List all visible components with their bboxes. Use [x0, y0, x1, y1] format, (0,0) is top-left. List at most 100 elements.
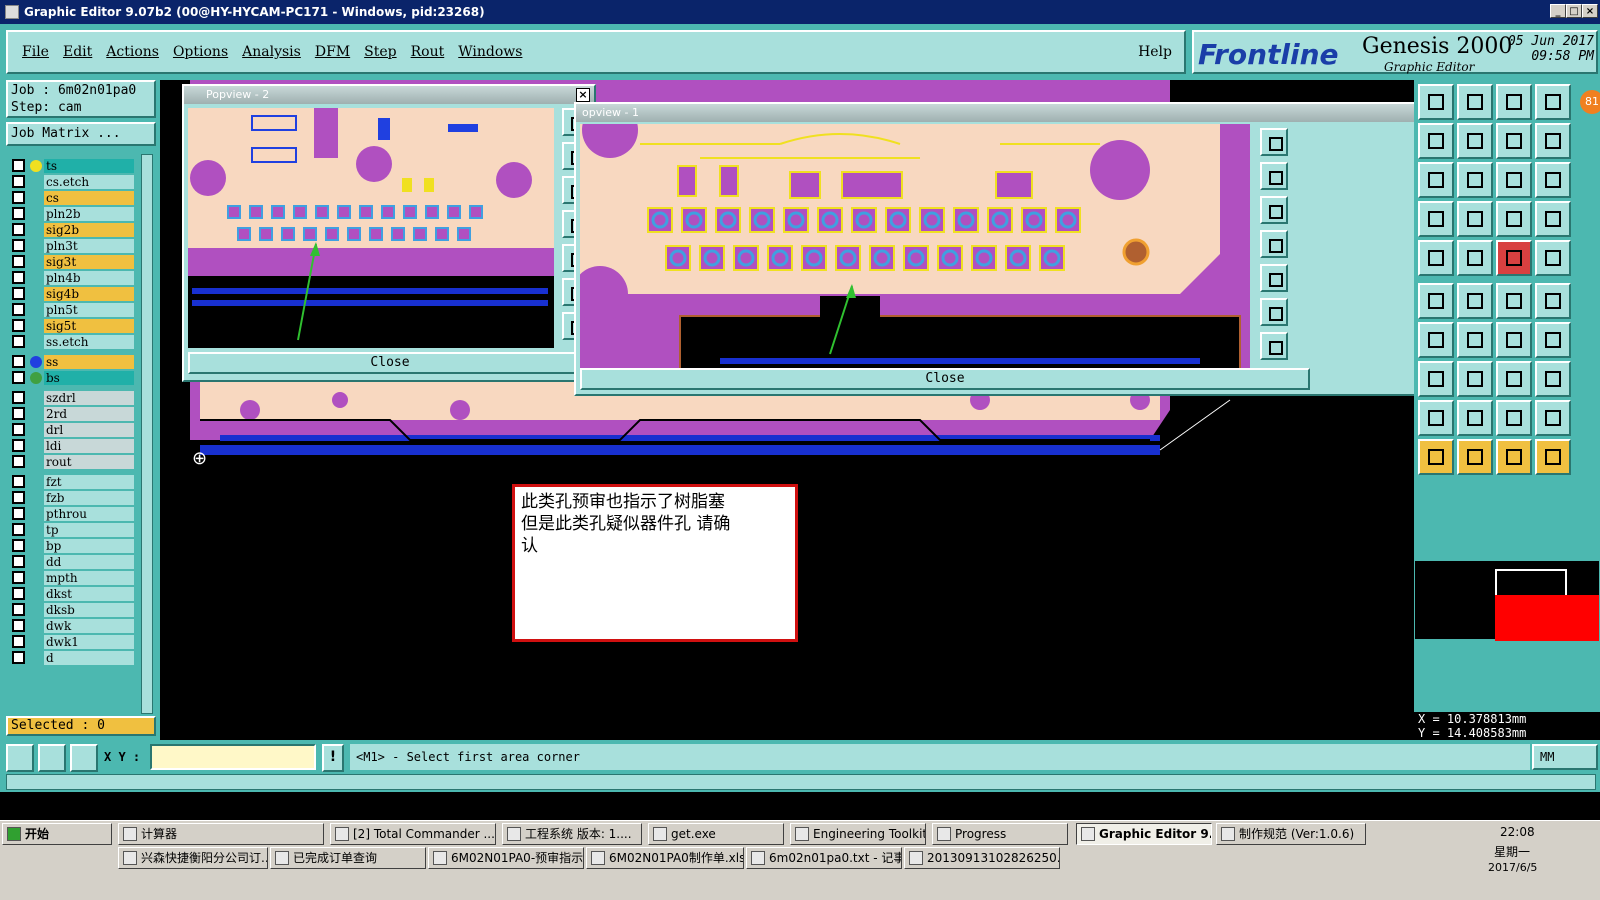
layer-checkbox[interactable] — [12, 587, 25, 600]
tool-icon-5-3[interactable] — [1535, 283, 1571, 319]
layer-checkbox[interactable] — [12, 507, 25, 520]
layer-checkbox[interactable] — [12, 319, 25, 332]
popview-1-tool-2[interactable] — [1260, 162, 1288, 190]
menu-edit[interactable]: Edit — [63, 44, 92, 60]
layer-checkbox[interactable] — [12, 455, 25, 468]
layer-row-pln5t[interactable]: pln5t — [8, 302, 146, 317]
layer-checkbox[interactable] — [12, 555, 25, 568]
tool-icon-6-3[interactable] — [1535, 322, 1571, 358]
start-button[interactable]: 开始 — [2, 823, 112, 845]
layer-checkbox[interactable] — [12, 475, 25, 488]
tool-icon-8-0[interactable] — [1418, 400, 1454, 436]
layer-checkbox[interactable] — [12, 635, 25, 648]
layer-checkbox[interactable] — [12, 271, 25, 284]
popview-1-close-button[interactable]: Close — [580, 368, 1310, 390]
layer-checkbox[interactable] — [12, 255, 25, 268]
tool-icon-5-1[interactable] — [1457, 283, 1493, 319]
layer-checkbox[interactable] — [12, 571, 25, 584]
close-button[interactable]: × — [1582, 4, 1598, 18]
layer-checkbox[interactable] — [12, 223, 25, 236]
tool-icon-1-0[interactable] — [1418, 123, 1454, 159]
layer-row-dwk1[interactable]: dwk1 — [8, 634, 146, 649]
layer-checkbox[interactable] — [12, 207, 25, 220]
menu-rout[interactable]: Rout — [411, 44, 445, 60]
layer-checkbox[interactable] — [12, 371, 25, 384]
units-select[interactable]: MM — [1532, 744, 1598, 770]
tool-icon-0-1[interactable] — [1457, 84, 1493, 120]
tool-icon-7-1[interactable] — [1457, 361, 1493, 397]
popview-1-tool-3[interactable] — [1260, 196, 1288, 224]
menu-options[interactable]: Options — [173, 44, 228, 60]
layer-row-sig5t[interactable]: sig5t — [8, 318, 146, 333]
tool-icon-6-0[interactable] — [1418, 322, 1454, 358]
popview-2-close-button[interactable]: Close — [188, 352, 592, 374]
layer-row-fzt[interactable]: fzt — [8, 474, 146, 489]
layer-row-bp[interactable]: bp — [8, 538, 146, 553]
tool-icon-8-1[interactable] — [1457, 400, 1493, 436]
layer-checkbox[interactable] — [12, 407, 25, 420]
tool-icon-4-0[interactable] — [1418, 240, 1454, 276]
layer-row-ldi[interactable]: ldi — [8, 438, 146, 453]
tool-icon-9-1[interactable] — [1457, 439, 1493, 475]
layer-row-sig3t[interactable]: sig3t — [8, 254, 146, 269]
taskbar-button[interactable]: 6m02n01pa0.txt - 记事本 — [746, 847, 902, 869]
layer-checkbox[interactable] — [12, 355, 25, 368]
layer-row-rout[interactable]: rout — [8, 454, 146, 469]
layer-row-dksb[interactable]: dksb — [8, 602, 146, 617]
layer-row-sig4b[interactable]: sig4b — [8, 286, 146, 301]
tool-icon-1-2[interactable] — [1496, 123, 1532, 159]
tool-icon-3-0[interactable] — [1418, 201, 1454, 237]
zoom-area-icon[interactable] — [6, 744, 34, 772]
tool-icon-0-3[interactable] — [1535, 84, 1571, 120]
xy-input[interactable] — [150, 744, 316, 770]
tool-icon-9-3[interactable] — [1535, 439, 1571, 475]
layer-row-bs[interactable]: bs — [8, 370, 146, 385]
layer-row-tp[interactable]: tp — [8, 522, 146, 537]
taskbar-button[interactable]: Engineering Toolkit 9.... — [790, 823, 926, 845]
tool-icon-9-2[interactable] — [1496, 439, 1532, 475]
tool-icon-3-2[interactable] — [1496, 201, 1532, 237]
taskbar-button[interactable]: 20130913102826250.rtf... — [904, 847, 1060, 869]
popview-1-tool-6[interactable] — [1260, 298, 1288, 326]
taskbar-button[interactable]: 6M02N01PA0-预审指示... — [428, 847, 584, 869]
layer-row-drl[interactable]: drl — [8, 422, 146, 437]
layer-row-dd[interactable]: dd — [8, 554, 146, 569]
taskbar-button[interactable]: 计算器 — [118, 823, 324, 845]
tool-icon-0-0[interactable] — [1418, 84, 1454, 120]
taskbar-button[interactable]: 制作规范 (Ver:1.0.6) — [1216, 823, 1366, 845]
job-matrix-button[interactable]: Job Matrix ... — [6, 122, 156, 146]
layer-checkbox[interactable] — [12, 175, 25, 188]
layer-row-cs[interactable]: cs — [8, 190, 146, 205]
tool-icon-0-2[interactable] — [1496, 84, 1532, 120]
layer-row-pln3t[interactable]: pln3t — [8, 238, 146, 253]
tool-icon-2-1[interactable] — [1457, 162, 1493, 198]
layer-checkbox[interactable] — [12, 523, 25, 536]
layer-checkbox[interactable] — [12, 159, 25, 172]
layer-checkbox[interactable] — [12, 439, 25, 452]
tool-icon-1-3[interactable] — [1535, 123, 1571, 159]
layer-checkbox[interactable] — [12, 651, 25, 664]
maximize-button[interactable]: □ — [1566, 4, 1582, 18]
layer-row-d[interactable]: d — [8, 650, 146, 665]
layer-checkbox[interactable] — [12, 423, 25, 436]
taskbar-button[interactable]: get.exe — [648, 823, 784, 845]
popview-1-tool-5[interactable] — [1260, 264, 1288, 292]
tool-icon-6-2[interactable] — [1496, 322, 1532, 358]
layer-checkbox[interactable] — [12, 603, 25, 616]
tool-icon-3-3[interactable] — [1535, 201, 1571, 237]
layer-checkbox[interactable] — [12, 287, 25, 300]
layer-row-fzb[interactable]: fzb — [8, 490, 146, 505]
layer-row-mpth[interactable]: mpth — [8, 570, 146, 585]
tool-icon-7-2[interactable] — [1496, 361, 1532, 397]
layer-row-ss-etch[interactable]: ss.etch — [8, 334, 146, 349]
popview-1-tool-1[interactable] — [1260, 128, 1288, 156]
taskbar-button[interactable]: 兴森快捷衡阳分公司订... — [118, 847, 268, 869]
taskbar-button[interactable]: Progress — [932, 823, 1068, 845]
taskbar-button[interactable]: [2] Total Commander ... — [330, 823, 496, 845]
menu-analysis[interactable]: Analysis — [242, 44, 301, 60]
minimize-button[interactable]: _ — [1550, 4, 1566, 18]
layer-scrollbar[interactable] — [141, 154, 153, 714]
menu-actions[interactable]: Actions — [106, 44, 159, 60]
menu-windows[interactable]: Windows — [458, 44, 522, 60]
layer-row-dwk[interactable]: dwk — [8, 618, 146, 633]
